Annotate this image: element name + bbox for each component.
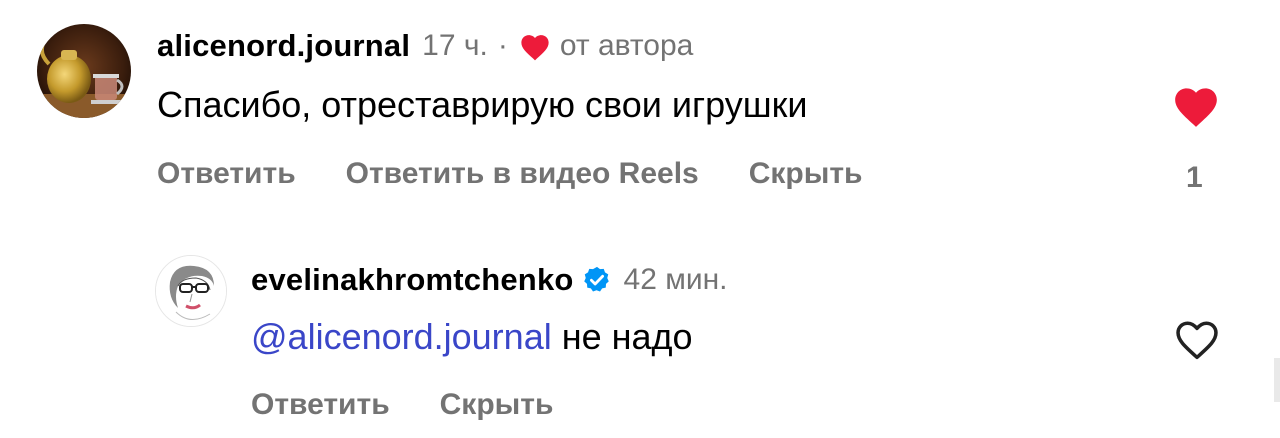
comment-header: evelinakhromtchenko 42 мин.	[251, 262, 728, 298]
like-button[interactable]	[1172, 315, 1222, 361]
avatar[interactable]	[155, 255, 227, 327]
heart-filled-icon	[1175, 88, 1217, 127]
comment-actions: Ответить Ответить в видео Reels Скрыть	[157, 157, 912, 191]
comment-text: @alicenord.journal не надо	[251, 316, 693, 358]
comment-text: Спасибо, отреставрирую свои игрушки	[157, 84, 808, 125]
like-button[interactable]	[1171, 82, 1221, 128]
scrollbar[interactable]	[1274, 358, 1280, 402]
like-count: 1	[1186, 161, 1203, 194]
author-badge: от автора	[559, 29, 694, 62]
hide-button[interactable]: Скрыть	[440, 388, 554, 422]
comment-actions: Ответить Скрыть	[251, 388, 603, 422]
comment-username[interactable]: alicenord.journal	[157, 28, 410, 64]
reply-reels-button[interactable]: Ответить в видео Reels	[346, 157, 699, 191]
comment-header: alicenord.journal 17 ч. · от автора	[157, 28, 693, 64]
meta-separator: ·	[497, 29, 508, 62]
avatar[interactable]	[37, 24, 131, 118]
hide-button[interactable]: Скрыть	[749, 157, 863, 191]
avatar-image	[156, 256, 226, 326]
reply-button[interactable]: Ответить	[157, 157, 296, 191]
comment-time: 17 ч.	[422, 29, 488, 62]
user-mention-link[interactable]: @alicenord.journal	[251, 316, 552, 357]
heart-filled-icon	[521, 35, 549, 61]
comment-username[interactable]: evelinakhromtchenko	[251, 262, 574, 298]
verified-badge-icon	[583, 266, 609, 292]
comment-text-content: не надо	[551, 316, 693, 357]
heart-outline-icon	[1176, 321, 1218, 360]
reply-button[interactable]: Ответить	[251, 388, 390, 422]
avatar-image	[37, 24, 131, 118]
comment-time: 42 мин.	[623, 263, 728, 296]
